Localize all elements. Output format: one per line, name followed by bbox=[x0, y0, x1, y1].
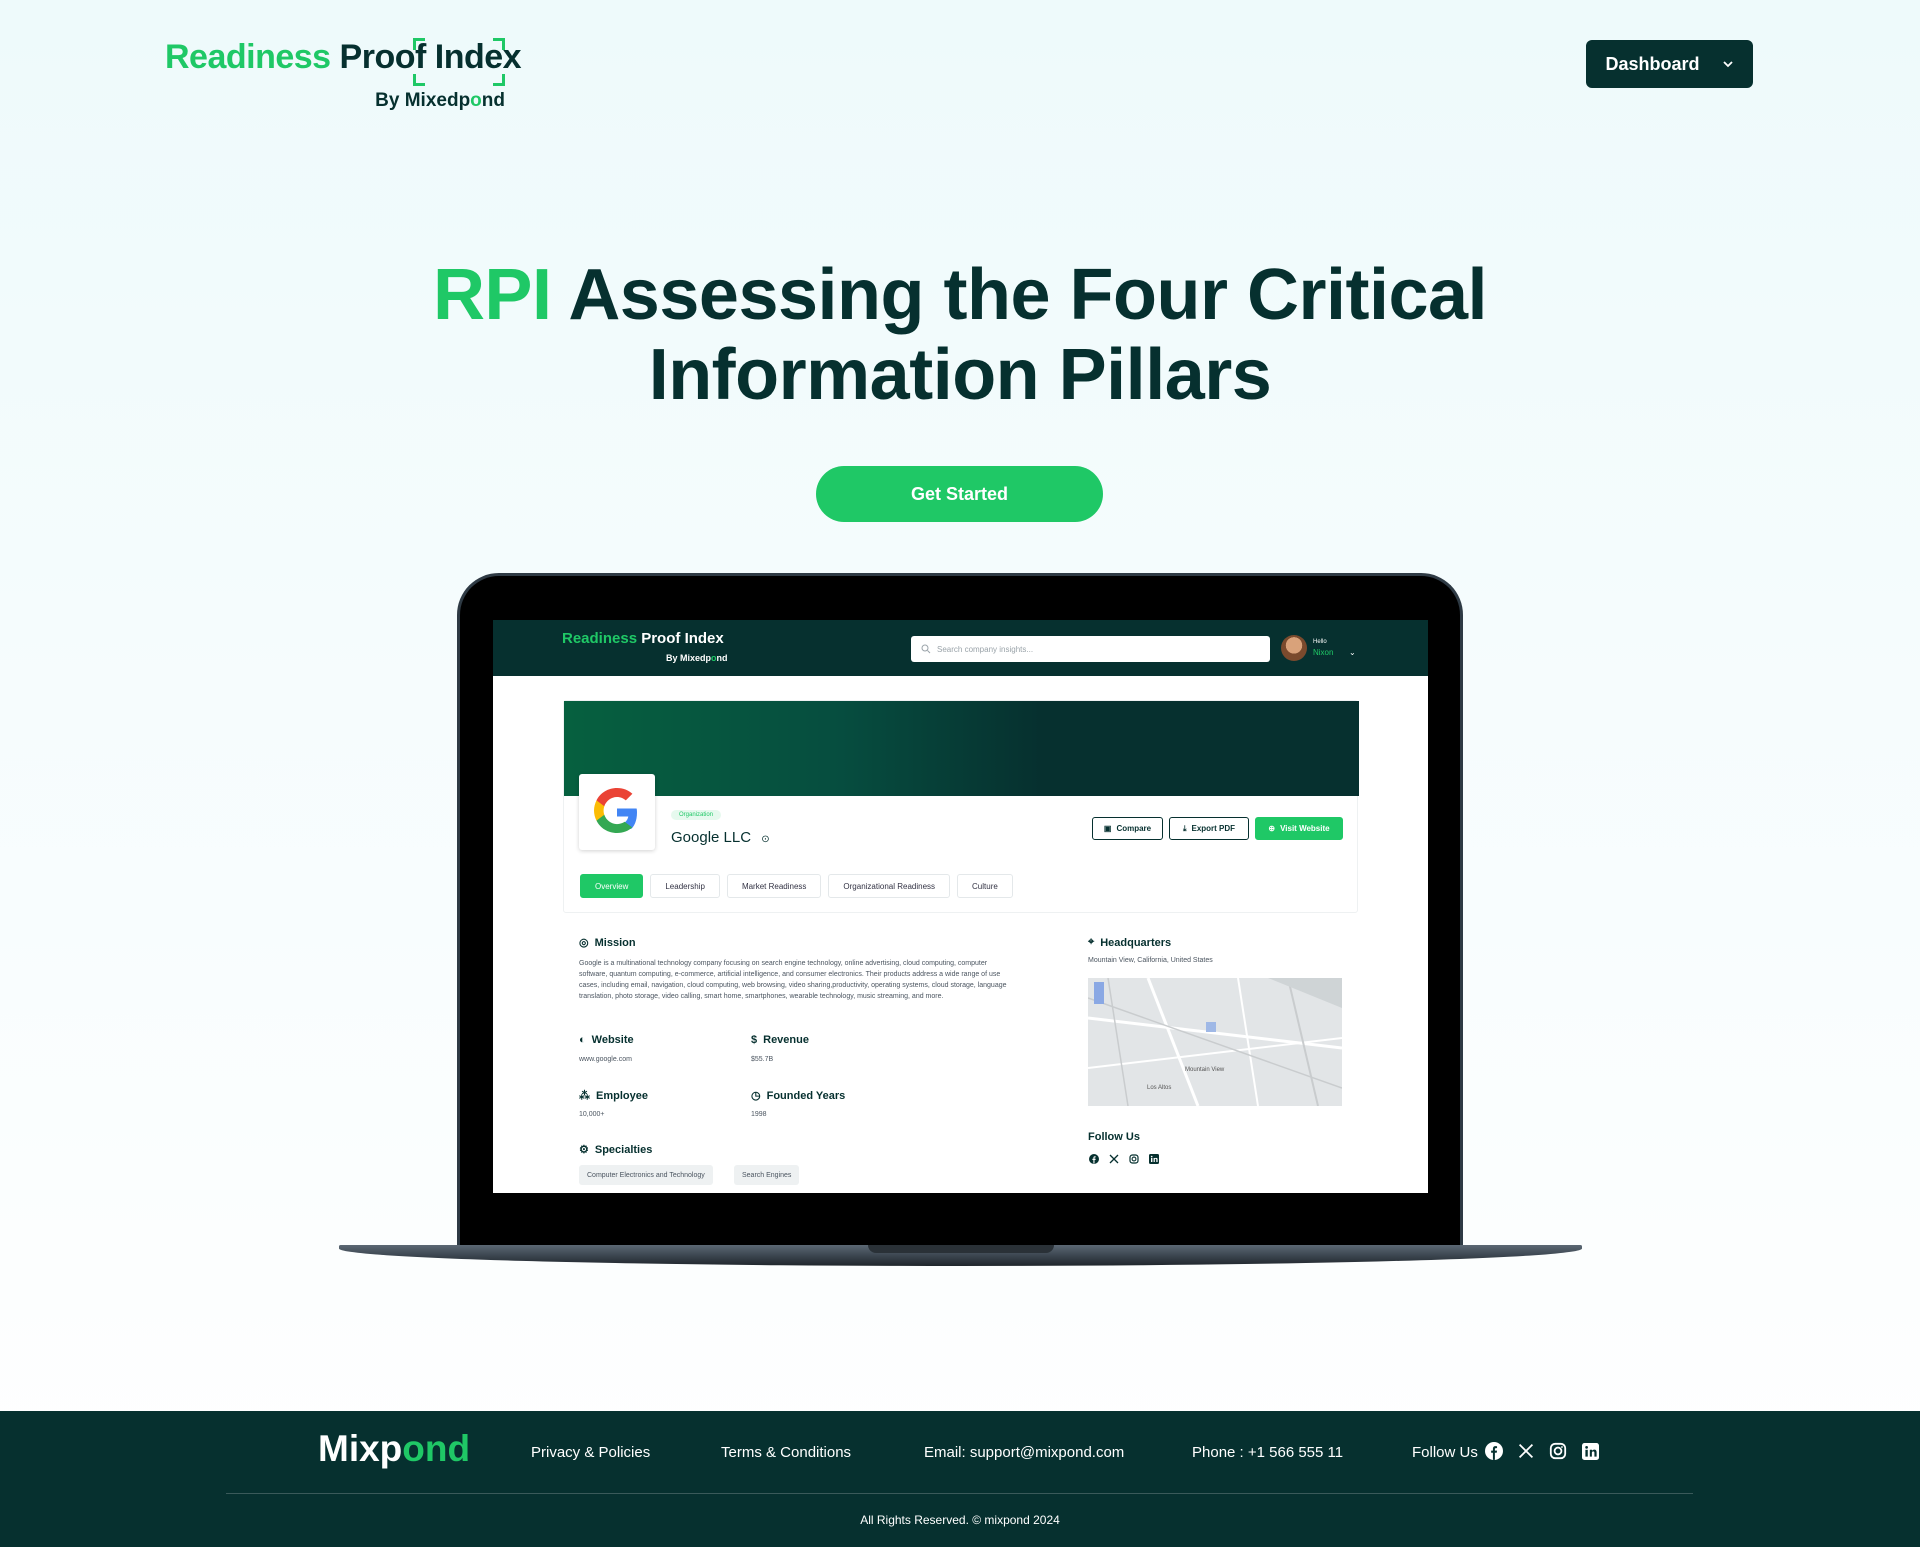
search-placeholder: Search company insights... bbox=[937, 644, 1034, 654]
laptop-notch bbox=[868, 1245, 1054, 1253]
footer-divider bbox=[226, 1493, 1693, 1494]
linkedin-icon[interactable] bbox=[1581, 1442, 1599, 1460]
logo-bracket-top bbox=[493, 38, 505, 50]
chevron-down-icon[interactable]: ⌄ bbox=[1349, 648, 1356, 657]
facebook-icon[interactable] bbox=[1485, 1442, 1503, 1460]
employee-heading: ⁂ Employee bbox=[579, 1089, 648, 1103]
mission-heading: ◎ Mission bbox=[579, 936, 636, 950]
privacy-link[interactable]: Privacy & Policies bbox=[531, 1444, 650, 1461]
visit-website-button[interactable]: ⊕ Visit Website bbox=[1255, 817, 1343, 840]
app-screenshot: Readiness Proof Index By Mixedpond Searc… bbox=[493, 620, 1428, 1193]
headquarters-heading: ⌖ Headquarters bbox=[1088, 936, 1172, 949]
tab-organizational-readiness[interactable]: Organizational Readiness bbox=[828, 874, 951, 898]
hero-highlight: RPI bbox=[432, 255, 552, 335]
map-roads bbox=[1088, 978, 1342, 1106]
company-tabs: Overview Leadership Market Readiness Org… bbox=[580, 874, 1013, 898]
logo-title: Readiness Proof Index bbox=[165, 38, 522, 76]
site-footer: Mixpond Privacy & Policies Terms & Condi… bbox=[0, 1411, 1920, 1547]
app-logo-subtitle: By Mixedpond bbox=[666, 653, 728, 663]
dashboard-dropdown-button[interactable]: Dashboard bbox=[1586, 40, 1753, 88]
revenue-heading: $ Revenue bbox=[751, 1034, 809, 1046]
facebook-icon[interactable] bbox=[1088, 1153, 1099, 1164]
rpi-logo[interactable]: Readiness Proof Index By Mixedpond bbox=[165, 38, 522, 118]
follow-heading: Follow Us bbox=[1088, 1131, 1140, 1143]
email-link[interactable]: Email: support@mixpond.com bbox=[924, 1444, 1124, 1461]
user-greeting: Hello bbox=[1313, 639, 1327, 645]
x-icon[interactable] bbox=[1517, 1442, 1535, 1460]
x-icon[interactable] bbox=[1108, 1153, 1119, 1164]
target-icon: ◎ bbox=[579, 937, 589, 949]
logo-bracket-bottom bbox=[493, 74, 505, 86]
tab-market-readiness[interactable]: Market Readiness bbox=[726, 874, 822, 898]
clock-icon: ◷ bbox=[751, 1090, 761, 1102]
follow-us-label: Follow Us bbox=[1412, 1444, 1478, 1461]
copyright: All Rights Reserved. © mixpond 2024 bbox=[860, 1513, 1060, 1527]
app-logo[interactable]: Readiness Proof Index bbox=[562, 630, 724, 647]
compare-icon: ▣ bbox=[1103, 824, 1112, 833]
verified-icon: ⊙ bbox=[761, 834, 770, 845]
footer-social-links bbox=[1485, 1442, 1599, 1460]
search-input[interactable]: Search company insights... bbox=[911, 636, 1270, 662]
logo-bracket-bottom bbox=[413, 74, 425, 86]
tab-leadership[interactable]: Leadership bbox=[650, 874, 720, 898]
linkedin-icon[interactable] bbox=[1148, 1153, 1159, 1164]
company-name: Google LLC ⊙ bbox=[671, 829, 770, 846]
hero-line1: Assessing the Four Critical bbox=[568, 255, 1488, 335]
people-icon: ⁂ bbox=[579, 1090, 590, 1102]
instagram-icon[interactable] bbox=[1128, 1153, 1139, 1164]
chevron-down-icon bbox=[1722, 61, 1733, 68]
export-pdf-button[interactable]: ⤓ Export PDF bbox=[1169, 817, 1249, 840]
gears-icon: ⚙ bbox=[579, 1144, 589, 1156]
phone-text: Phone : +1 566 555 11 bbox=[1192, 1444, 1344, 1461]
avatar[interactable] bbox=[1281, 635, 1307, 661]
get-started-button[interactable]: Get Started bbox=[816, 466, 1103, 522]
mission-text: Google is a multinational technology com… bbox=[579, 960, 1007, 1000]
logo-subtitle: By Mixedpond bbox=[375, 90, 505, 111]
instagram-icon[interactable] bbox=[1549, 1442, 1567, 1460]
revenue-value: $55.7B bbox=[751, 1056, 774, 1063]
compare-button[interactable]: ▣ Compare bbox=[1092, 817, 1163, 840]
employee-value: 10,000+ bbox=[579, 1111, 605, 1118]
app-social-links bbox=[1088, 1153, 1159, 1164]
website-value[interactable]: www.google.com bbox=[579, 1054, 632, 1065]
globe-icon: ⊕ bbox=[1268, 824, 1276, 833]
dollar-icon: $ bbox=[751, 1034, 758, 1046]
globe-icon: ◐ bbox=[579, 1034, 586, 1046]
headquarters-map[interactable]: Mountain View Los Altos bbox=[1088, 978, 1342, 1106]
specialty-chip: Search Engines bbox=[734, 1165, 800, 1185]
hero-line2: Information Pillars bbox=[648, 335, 1272, 415]
google-logo bbox=[579, 774, 655, 850]
company-banner bbox=[564, 701, 1359, 796]
website-heading: ◐ Website bbox=[579, 1034, 634, 1046]
hero-heading: RPI Assessing the Four Critical Informat… bbox=[0, 255, 1920, 415]
company-header-card: Organization Google LLC ⊙ ▣ Compare ⤓ Expo… bbox=[563, 700, 1359, 913]
logo-bracket-top bbox=[413, 38, 425, 50]
specialty-chip: Computer Electronics and Technology bbox=[579, 1165, 713, 1185]
location-pin-icon: ⌖ bbox=[1088, 936, 1095, 948]
map-label: Mountain View bbox=[1185, 1067, 1225, 1073]
dashboard-label: Dashboard bbox=[1605, 53, 1700, 74]
download-icon: ⤓ bbox=[1182, 823, 1187, 833]
specialties-heading: ⚙ Specialties bbox=[579, 1143, 653, 1157]
founded-heading: ◷ Founded Years bbox=[751, 1089, 846, 1103]
mixpond-logo[interactable]: Mixpond bbox=[318, 1428, 470, 1470]
user-name: Nixon bbox=[1313, 648, 1334, 657]
map-label: Los Altos bbox=[1147, 1085, 1172, 1091]
app-navbar: Readiness Proof Index By Mixedpond Searc… bbox=[493, 620, 1428, 676]
terms-link[interactable]: Terms & Conditions bbox=[721, 1444, 851, 1461]
search-icon bbox=[921, 644, 931, 654]
founded-value: 1998 bbox=[751, 1111, 767, 1118]
headquarters-value: Mountain View, California, United States bbox=[1088, 957, 1213, 964]
tab-culture[interactable]: Culture bbox=[957, 874, 1013, 898]
org-tag: Organization bbox=[671, 810, 722, 820]
tab-overview[interactable]: Overview bbox=[580, 874, 644, 898]
